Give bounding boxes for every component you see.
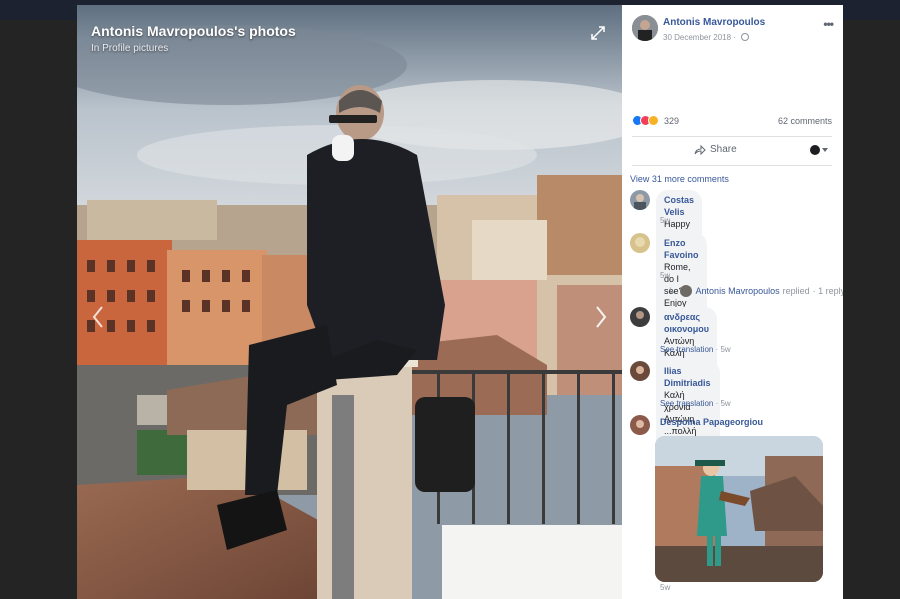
- comment-age[interactable]: 5w: [660, 583, 670, 592]
- comment-meta: See translation · 5w: [660, 345, 731, 354]
- comment-age[interactable]: 5w: [660, 216, 670, 225]
- commenter-name[interactable]: Enzo Favoino: [664, 238, 699, 260]
- photo-album-subtitle[interactable]: In Profile pictures: [91, 43, 168, 54]
- commenter-avatar[interactable]: [630, 415, 650, 435]
- share-icon: [694, 144, 706, 155]
- reply-author: Antonis Mavropoulos: [695, 286, 780, 296]
- reply-action: replied: [782, 286, 810, 296]
- photo-album-title[interactable]: Antonis Mavropoulos's photos: [91, 23, 296, 39]
- post-author-name[interactable]: Antonis Mavropoulos: [663, 17, 765, 28]
- comments-count[interactable]: 62 comments: [778, 116, 832, 126]
- chevron-down-icon: [822, 148, 828, 152]
- divider: [632, 136, 832, 137]
- wow-reaction-icon: [648, 115, 659, 126]
- commenter-name[interactable]: Despoina Papageorgiou: [660, 417, 763, 427]
- chevron-right-icon[interactable]: [594, 305, 608, 329]
- view-replies-link[interactable]: ↳ Antonis Mavropoulos replied · 1 reply: [668, 285, 843, 297]
- more-options-icon[interactable]: •••: [823, 17, 834, 31]
- comment-sticker-image[interactable]: [655, 436, 823, 582]
- post-side-panel: Antonis Mavropoulos 30 December 2018 · •…: [622, 5, 843, 599]
- view-more-comments-link[interactable]: View 31 more comments: [630, 174, 729, 184]
- see-translation-link[interactable]: See translation: [660, 345, 713, 354]
- commenter-name[interactable]: Ilias Dimitriadis: [664, 366, 711, 388]
- reactions-bar: 329 62 comments: [632, 115, 832, 131]
- globe-icon: [741, 33, 750, 41]
- comment-meta: See translation · 5w: [660, 399, 731, 408]
- reply-arrow-icon: ↳: [668, 285, 676, 296]
- photo-image: [77, 5, 622, 599]
- comment-age[interactable]: 5w: [660, 271, 670, 280]
- audience-selector[interactable]: [810, 145, 828, 155]
- commenter-name[interactable]: Costas Velis: [664, 195, 694, 217]
- share-button[interactable]: Share: [694, 144, 737, 155]
- photo-viewer[interactable]: Antonis Mavropoulos's photos In Profile …: [77, 5, 622, 599]
- reaction-icons[interactable]: [632, 115, 659, 126]
- commenter-avatar[interactable]: [630, 307, 650, 327]
- author-avatar[interactable]: [632, 15, 658, 41]
- audience-icon: [810, 145, 820, 155]
- reply-count: · 1 reply: [812, 286, 843, 296]
- post-header: Antonis Mavropoulos 30 December 2018 · •…: [622, 5, 843, 45]
- reply-avatar: [679, 285, 692, 297]
- share-label: Share: [710, 144, 737, 155]
- post-timestamp[interactable]: 30 December 2018 ·: [663, 33, 750, 42]
- see-translation-link[interactable]: See translation: [660, 399, 713, 408]
- commenter-avatar[interactable]: [630, 233, 650, 253]
- divider: [632, 165, 832, 166]
- chevron-left-icon[interactable]: [91, 305, 105, 329]
- comment-age[interactable]: · 5w: [713, 399, 731, 408]
- post-date-text: 30 December 2018 ·: [663, 33, 739, 42]
- post-actions: Share: [632, 139, 832, 161]
- comment-age[interactable]: · 5w: [713, 345, 731, 354]
- commenter-avatar[interactable]: [630, 361, 650, 381]
- expand-icon[interactable]: [590, 25, 606, 41]
- reaction-count[interactable]: 329: [664, 116, 679, 126]
- commenter-name[interactable]: ανδρεας οικονομου: [664, 312, 709, 334]
- commenter-avatar[interactable]: [630, 190, 650, 210]
